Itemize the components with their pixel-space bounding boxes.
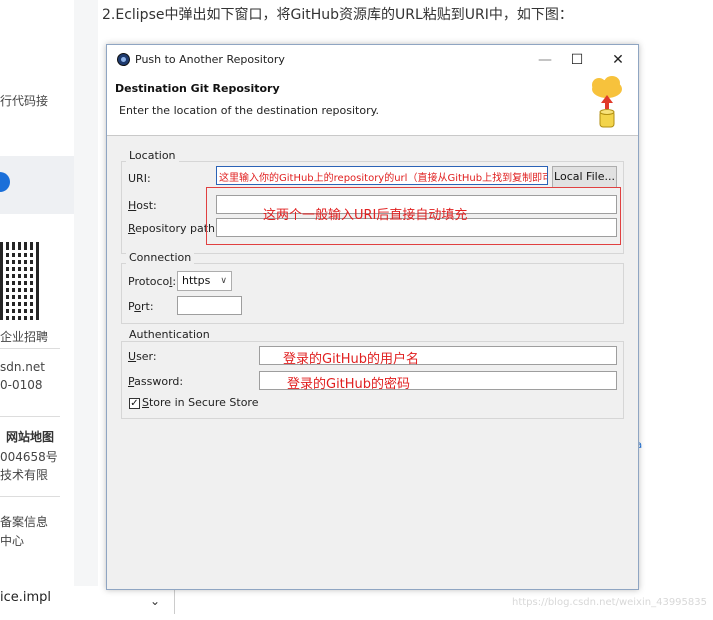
port-input[interactable] (177, 296, 242, 315)
user-annotation: 登录的GitHub的用户名 (283, 352, 420, 367)
sidebar-divider (0, 496, 60, 497)
autofill-annotation: 这两个一般输入URI后直接自动填充 (263, 208, 468, 223)
chevron-down-icon[interactable]: ⌄ (150, 594, 160, 608)
watermark: https://blog.csdn.net/weixin_43995835 (511, 597, 707, 608)
sidebar-text-6: 技术有限 (0, 468, 49, 482)
host-label: Host: (128, 199, 157, 212)
maximize-button[interactable]: ☐ (562, 49, 592, 71)
eclipse-app-icon (117, 53, 130, 66)
dialog-title: Push to Another Repository (135, 53, 285, 66)
bottom-divider (174, 590, 175, 614)
connection-group-label: Connection (126, 251, 195, 264)
uri-label: URI: (128, 172, 151, 185)
wizard-header-description: Enter the location of the destination re… (119, 104, 380, 117)
code-fragment: ice.impl (0, 590, 52, 605)
qr-code-pattern (4, 246, 36, 316)
sidebar-divider (0, 348, 60, 349)
sidebar-text-4: 0-0108 (0, 378, 43, 392)
sidebar-link-sitemap[interactable]: 网站地图 (6, 428, 54, 445)
protocol-select[interactable]: https ∨ (177, 271, 232, 291)
protocol-label: Protocol: (128, 275, 177, 288)
wizard-header-title: Destination Git Repository (115, 82, 280, 95)
sidebar-text-1: 行代码接 (0, 94, 49, 108)
sidebar-text-7: 备案信息 (0, 515, 49, 529)
sidebar-text-2: 企业招聘 (0, 330, 49, 344)
minimize-button[interactable]: — (530, 49, 560, 71)
authentication-group-label: Authentication (126, 328, 213, 341)
sidebar-band (0, 156, 74, 214)
location-group-label: Location (126, 149, 179, 162)
sidebar-text-5: 004658号 (0, 450, 58, 464)
password-annotation: 登录的GitHub的密码 (287, 377, 411, 392)
sidebar-text-8: 中心 (0, 534, 25, 548)
sidebar-text-3: sdn.net (0, 360, 45, 374)
uri-input-value: 这里输入你的GitHub上的repository的url（直接从GitHub上找… (219, 173, 547, 184)
article-heading: 2.Eclipse中弹出如下窗口，将GitHub资源库的URL粘贴到URI中，如… (102, 7, 573, 23)
git-cloud-icon (592, 76, 622, 128)
sidebar-divider (0, 416, 60, 417)
password-label: Password: (128, 375, 184, 388)
push-repository-dialog: Push to Another Repository — ☐ ✕ Destina… (106, 44, 639, 590)
store-secure-label: Store in Secure Store (142, 396, 259, 409)
chevron-down-icon: ∨ (220, 276, 227, 286)
protocol-select-value: https (182, 274, 211, 287)
close-button[interactable]: ✕ (603, 49, 633, 71)
page-gutter (74, 0, 98, 586)
local-file-button[interactable]: Local File... (552, 166, 617, 188)
user-label: User: (128, 350, 157, 363)
store-secure-checkbox[interactable]: ✓ (129, 398, 140, 409)
port-label: Port: (128, 300, 154, 313)
